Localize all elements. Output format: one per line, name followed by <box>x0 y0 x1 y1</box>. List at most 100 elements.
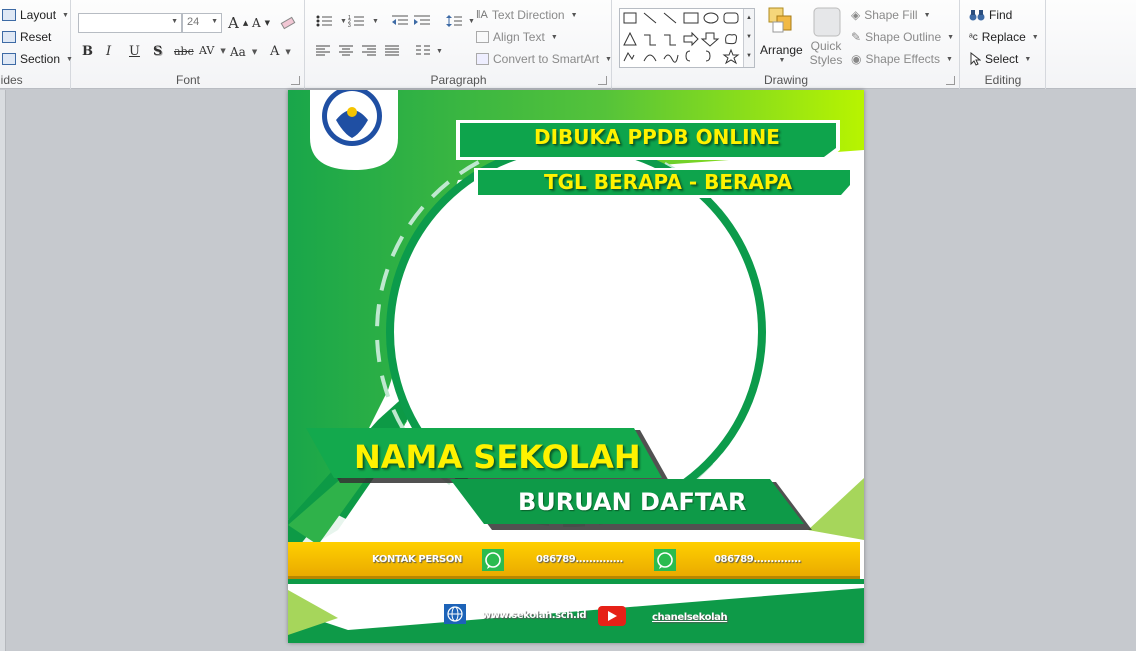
quick-styles-icon <box>813 7 841 37</box>
decrease-indent-button[interactable] <box>392 14 408 28</box>
justify-button[interactable] <box>385 45 399 57</box>
replace-button[interactable]: ᵃc Replace ▼ <box>969 30 1039 44</box>
bullets-icon <box>316 15 332 27</box>
line-spacing-button[interactable]: ▼ <box>446 14 475 28</box>
shrink-font-button[interactable]: A ▼ <box>252 16 270 30</box>
decrease-indent-icon <box>392 15 408 25</box>
whatsapp-icon-2 <box>654 549 676 571</box>
replace-icon: ᵃc <box>969 31 978 43</box>
font-dialog-launcher[interactable] <box>291 76 300 85</box>
school-name-text[interactable]: NAMA SEKOLAH <box>354 438 641 476</box>
pencil-icon: ✎ <box>851 30 862 44</box>
increase-indent-button[interactable] <box>414 14 430 28</box>
grow-font-button[interactable]: A ▲ <box>228 14 248 32</box>
align-left-button[interactable] <box>316 45 330 57</box>
freeform-shape-icon <box>725 34 737 45</box>
text-direction-label: Text Direction <box>491 8 565 22</box>
contact-label[interactable]: KONTAK PERSON <box>372 554 462 565</box>
paint-bucket-icon: ◈ <box>851 8 861 22</box>
shape-effects-button[interactable]: ◉ Shape Effects ▼ <box>851 52 953 66</box>
text-direction-button[interactable]: ǁA Text Direction ▼ <box>476 8 578 22</box>
banner-dates-text[interactable]: TGL BERAPA - BERAPA <box>544 170 792 194</box>
reset-button[interactable]: Reset <box>2 30 51 44</box>
right-arrow-shape-icon <box>683 31 699 47</box>
text-direction-icon: ǁA <box>476 9 488 21</box>
font-name-select[interactable]: ▼ <box>78 13 182 33</box>
bold-button[interactable]: B <box>82 44 93 59</box>
align-center-icon <box>339 45 353 56</box>
clear-format-button[interactable] <box>280 14 296 30</box>
font-group: ▼ 24 ▼ A ▲ A ▼ B I U S abc AV ▼ Aa ▼ A ▼ Font <box>72 0 305 89</box>
elbow-arrow-connector-icon <box>664 34 676 46</box>
italic-button[interactable]: I <box>106 44 111 59</box>
align-center-button[interactable] <box>339 45 353 57</box>
quick-styles-label-1: Quick <box>810 39 842 53</box>
increase-indent-icon <box>414 15 430 25</box>
layout-button[interactable]: Layout ▼ <box>2 8 69 22</box>
vertical-ruler <box>0 90 6 651</box>
triangle-shape-icon <box>623 31 637 46</box>
font-group-label: Font <box>175 73 200 87</box>
drawing-group-label: Drawing <box>763 73 808 87</box>
numbering-button[interactable]: 1 2 3 ▼ <box>348 14 379 28</box>
font-color-button[interactable]: A ▼ <box>270 44 291 59</box>
shape-outline-button[interactable]: ✎ Shape Outline ▼ <box>851 30 954 44</box>
gallery-scrollbar[interactable]: ▲ ▼ ▼ <box>743 9 754 67</box>
reset-icon <box>2 31 16 43</box>
paragraph-dialog-launcher[interactable] <box>598 76 607 85</box>
reset-label: Reset <box>20 30 52 44</box>
section-button[interactable]: Section ▼ <box>2 52 73 66</box>
star-shape-icon <box>722 48 740 65</box>
channel-text[interactable]: chanelsekolah <box>652 612 728 623</box>
slides-group-label: lides <box>0 73 23 87</box>
youtube-icon <box>598 606 626 626</box>
paragraph-group-label: Paragraph <box>430 73 487 87</box>
website-text[interactable]: www.sekolah.sch.id <box>482 610 587 621</box>
ribbon: Layout ▼ Reset Section ▼ lides ▼ 24 ▼ A ▲ A ▼… <box>0 0 1136 89</box>
banner-top-text[interactable]: DIBUKA PPDB ONLINE <box>534 125 780 149</box>
numbering-icon: 123 <box>348 15 364 28</box>
textbox-shape-icon <box>623 12 637 24</box>
right-brace-shape-icon <box>705 50 711 62</box>
paragraph-group: ▼ 1 2 3 ▼ ▼ ǁA Text Direction ▼ Align Text ▼ … <box>306 0 612 89</box>
slides-group: Layout ▼ Reset Section ▼ lides <box>0 0 73 89</box>
align-right-button[interactable] <box>362 45 376 57</box>
arrange-icon <box>768 7 792 33</box>
section-icon <box>2 53 16 65</box>
font-size-select[interactable]: 24 ▼ <box>182 13 222 33</box>
change-case-button[interactable]: Aa ▼ <box>230 45 257 59</box>
columns-button[interactable]: ▼ <box>416 45 443 57</box>
line-spacing-icon <box>446 15 462 27</box>
find-button[interactable]: Find <box>969 8 1012 22</box>
layout-icon <box>2 9 16 21</box>
bullets-button[interactable]: ▼ <box>316 14 347 28</box>
arrange-button[interactable]: Arrange ▼ <box>760 6 803 64</box>
rectangle-shape-icon <box>683 12 699 24</box>
convert-smartart-button[interactable]: Convert to SmartArt ▼ <box>476 52 612 66</box>
shadow-button[interactable]: S <box>153 44 162 59</box>
drawing-dialog-launcher[interactable] <box>946 76 955 85</box>
down-arrow-shape-icon <box>700 32 720 47</box>
align-text-button[interactable]: Align Text ▼ <box>476 30 558 44</box>
select-button[interactable]: Select ▼ <box>969 52 1031 66</box>
font-size-value: 24 <box>187 16 200 28</box>
slide-canvas[interactable]: DIBUKA PPDB ONLINE TGL BERAPA - BERAPA N… <box>288 90 864 643</box>
replace-label: Replace <box>981 30 1026 44</box>
arrow-line-shape-icon <box>663 12 677 24</box>
phone-1-text[interactable]: 086789.............. <box>536 554 623 565</box>
align-text-label: Align Text <box>493 30 545 44</box>
char-spacing-button[interactable]: AV ▼ <box>199 44 226 57</box>
select-label: Select <box>985 52 1019 66</box>
scribble-shape-icon <box>623 52 635 62</box>
underline-button[interactable]: U <box>129 44 140 59</box>
shape-fill-button[interactable]: ◈ Shape Fill ▼ <box>851 8 931 22</box>
oval-shape-icon <box>703 12 719 24</box>
binoculars-icon <box>969 10 985 21</box>
shapes-gallery[interactable]: ▲ ▼ ▼ <box>619 8 755 68</box>
phone-2-text[interactable]: 086789.............. <box>714 554 801 565</box>
cta-text[interactable]: BURUAN DAFTAR <box>518 488 746 516</box>
quick-styles-button[interactable]: Quick Styles <box>806 6 846 67</box>
line-shape-icon <box>643 12 657 24</box>
left-brace-shape-icon <box>685 50 691 62</box>
strikethrough-button[interactable]: abc <box>174 45 194 58</box>
